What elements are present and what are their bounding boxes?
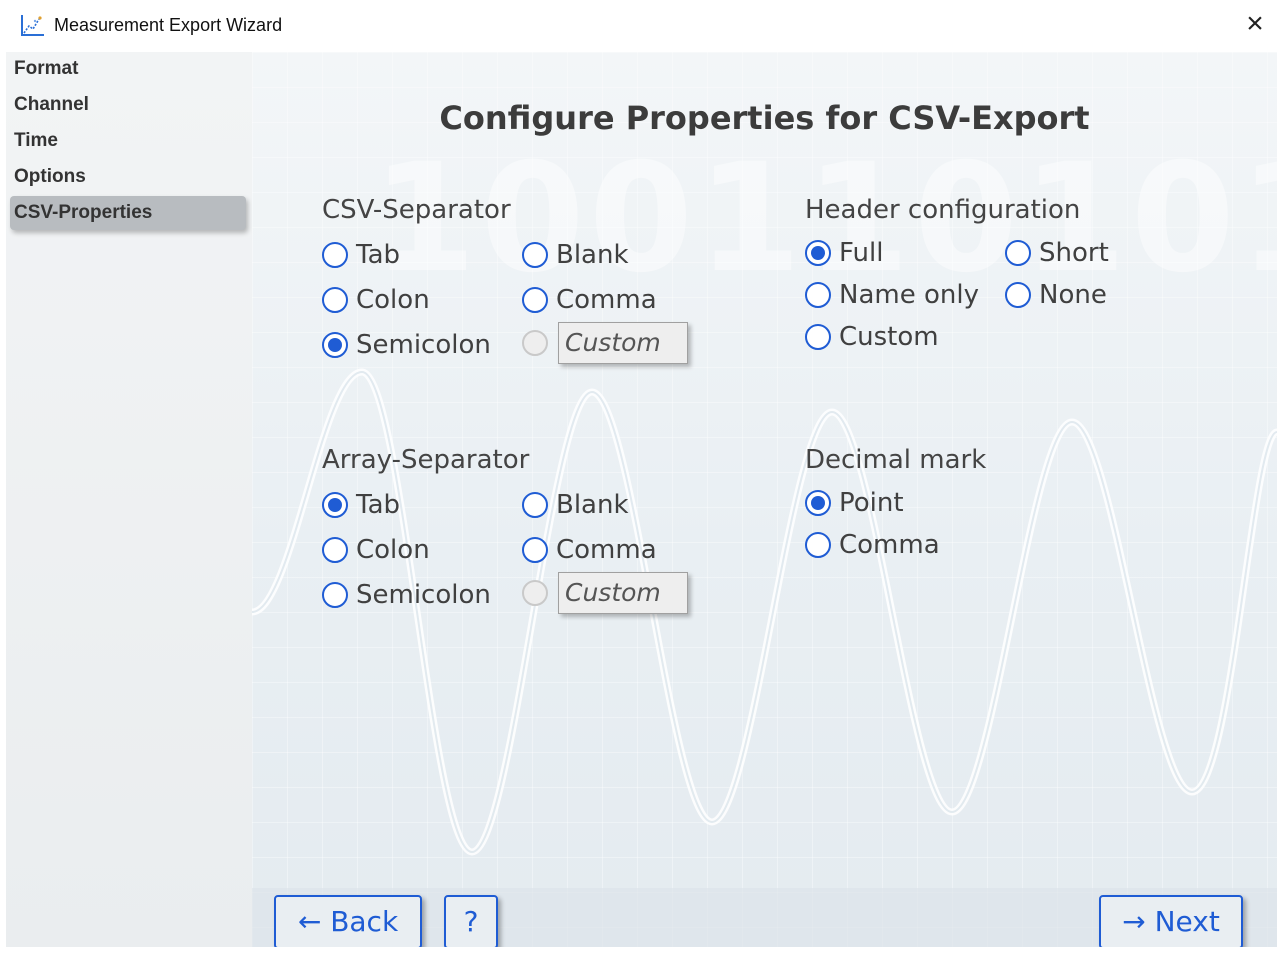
radio-label: Full xyxy=(839,238,884,268)
array-separator-custom-input[interactable]: Custom xyxy=(558,572,688,614)
radio-label: Tab xyxy=(356,240,401,270)
radio-label: Comma xyxy=(556,535,657,565)
radio-unchecked-icon xyxy=(1005,240,1031,266)
radio-unchecked-icon xyxy=(322,537,348,563)
csv-separator-colon-radio[interactable]: Colon xyxy=(322,285,430,315)
back-button[interactable]: ← Back xyxy=(274,895,422,947)
sidebar-item-channel[interactable]: Channel xyxy=(10,88,246,122)
radio-unchecked-icon xyxy=(805,282,831,308)
radio-unchecked-icon xyxy=(322,582,348,608)
radio-label: Blank xyxy=(556,490,629,520)
help-button[interactable]: ? xyxy=(444,895,498,947)
header-short-radio[interactable]: Short xyxy=(1005,238,1109,268)
radio-label: None xyxy=(1039,280,1107,310)
array-separator-semicolon-radio[interactable]: Semicolon xyxy=(322,580,491,610)
array-separator-comma-radio[interactable]: Comma xyxy=(522,535,657,565)
main-panel: 10011010110 Configure Properties for CSV… xyxy=(252,52,1277,947)
radio-checked-icon xyxy=(322,332,348,358)
csv-separator-blank-radio[interactable]: Blank xyxy=(522,240,629,270)
header-none-radio[interactable]: None xyxy=(1005,280,1107,310)
radio-label: Name only xyxy=(839,280,979,310)
radio-checked-icon xyxy=(805,490,831,516)
radio-disabled-icon xyxy=(522,330,548,356)
decimal-mark-title: Decimal mark xyxy=(805,445,987,475)
radio-unchecked-icon xyxy=(322,287,348,313)
csv-separator-title: CSV-Separator xyxy=(322,195,511,225)
radio-unchecked-icon xyxy=(522,287,548,313)
radio-checked-icon xyxy=(322,492,348,518)
radio-unchecked-icon xyxy=(522,537,548,563)
header-custom-radio[interactable]: Custom xyxy=(805,322,939,352)
sidebar-item-csv-properties[interactable]: CSV-Properties xyxy=(10,196,246,230)
page-title: Configure Properties for CSV-Export xyxy=(439,99,1090,137)
radio-label: Comma xyxy=(839,530,940,560)
window-title: Measurement Export Wizard xyxy=(54,15,283,35)
radio-label: Semicolon xyxy=(356,580,491,610)
sidebar-item-format[interactable]: Format xyxy=(10,52,246,86)
radio-label: Colon xyxy=(356,535,430,565)
radio-label: Colon xyxy=(356,285,430,315)
sidebar-item-time[interactable]: Time xyxy=(10,124,246,158)
csv-separator-custom-input[interactable]: Custom xyxy=(558,322,688,364)
csv-separator-tab-radio[interactable]: Tab xyxy=(322,240,400,270)
radio-label: Custom xyxy=(839,322,939,352)
array-separator-tab-radio[interactable]: Tab xyxy=(322,490,400,520)
array-separator-title: Array-Separator xyxy=(322,445,530,475)
radio-unchecked-icon xyxy=(522,492,548,518)
header-name-only-radio[interactable]: Name only xyxy=(805,280,979,310)
chart-line-icon xyxy=(21,15,44,36)
radio-unchecked-icon xyxy=(805,324,831,350)
csv-separator-custom-radio[interactable] xyxy=(522,330,548,356)
decimal-point-radio[interactable]: Point xyxy=(805,488,904,518)
decimal-comma-radio[interactable]: Comma xyxy=(805,530,940,560)
csv-separator-semicolon-radio[interactable]: Semicolon xyxy=(322,330,491,360)
radio-unchecked-icon xyxy=(522,242,548,268)
radio-unchecked-icon xyxy=(322,242,348,268)
radio-label: Blank xyxy=(556,240,629,270)
csv-separator-comma-radio[interactable]: Comma xyxy=(522,285,657,315)
radio-label: Point xyxy=(839,488,904,518)
background-sine-wave xyxy=(252,368,1277,856)
radio-unchecked-icon xyxy=(1005,282,1031,308)
radio-label: Tab xyxy=(356,490,401,520)
header-configuration-title: Header configuration xyxy=(805,195,1081,225)
wizard-step-sidebar: Format Channel Time Options CSV-Properti… xyxy=(6,52,252,947)
radio-unchecked-icon xyxy=(805,532,831,558)
sidebar-item-options[interactable]: Options xyxy=(10,160,246,194)
array-separator-blank-radio[interactable]: Blank xyxy=(522,490,629,520)
array-separator-custom-radio[interactable] xyxy=(522,580,548,606)
title-bar: Measurement Export Wizard × xyxy=(0,0,1277,50)
header-full-radio[interactable]: Full xyxy=(805,238,883,268)
radio-label: Semicolon xyxy=(356,330,491,360)
radio-checked-icon xyxy=(805,240,831,266)
radio-label: Short xyxy=(1039,238,1109,268)
next-button[interactable]: → Next xyxy=(1099,895,1243,947)
close-button[interactable]: × xyxy=(1235,6,1275,44)
radio-label: Comma xyxy=(556,285,657,315)
array-separator-colon-radio[interactable]: Colon xyxy=(322,535,430,565)
radio-disabled-icon xyxy=(522,580,548,606)
